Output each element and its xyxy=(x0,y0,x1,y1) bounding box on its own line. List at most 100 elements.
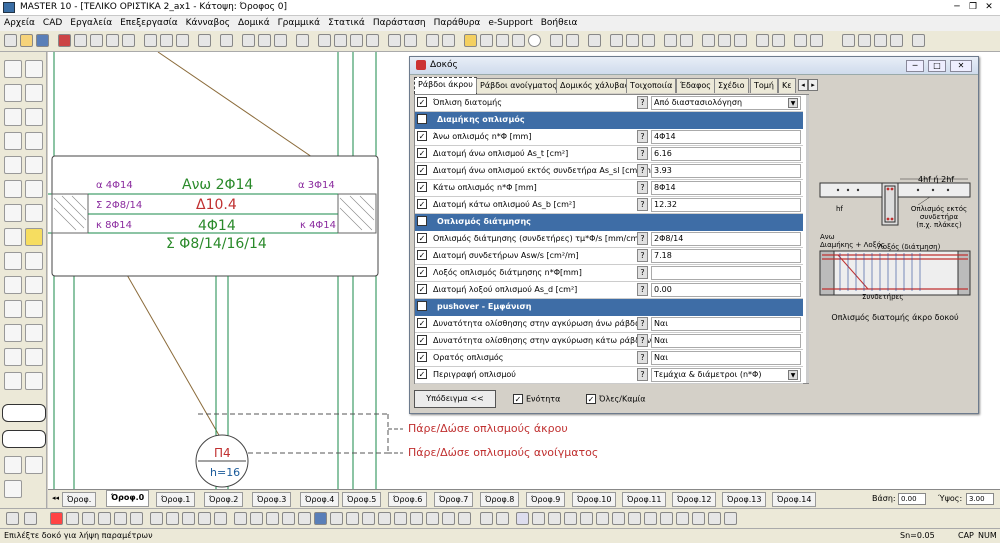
menu-item-grid[interactable]: Κάνναβος xyxy=(182,16,234,31)
row-checkbox[interactable]: ✓ xyxy=(417,182,427,192)
row-checkbox[interactable]: ✓ xyxy=(417,369,427,379)
floor-tab[interactable]: Όροφ.5 xyxy=(342,492,382,507)
menu-item-windows[interactable]: Παράθυρα xyxy=(430,16,485,31)
rebar-bottom-icon[interactable] xyxy=(25,204,43,222)
mouse-icon[interactable] xyxy=(496,512,509,525)
print-icon[interactable] xyxy=(58,34,71,47)
row-checkbox[interactable]: ✓ xyxy=(417,267,427,277)
value-field[interactable] xyxy=(651,266,801,280)
snap-icon[interactable] xyxy=(176,34,189,47)
section-icon[interactable] xyxy=(756,34,769,47)
redo-view-icon[interactable] xyxy=(24,512,37,525)
row-checkbox[interactable]: ✓ xyxy=(417,352,427,362)
view-icon[interactable] xyxy=(426,34,439,47)
fillet-icon[interactable] xyxy=(628,512,641,525)
floor-tab[interactable]: Όροφ.6 xyxy=(388,492,428,507)
value-field[interactable]: 2Φ8/14 xyxy=(651,232,801,246)
tab-masonry[interactable]: Τοιχοποιία xyxy=(626,78,677,93)
text-icon[interactable] xyxy=(296,34,309,47)
floor-tab[interactable]: Όροφ.1 xyxy=(156,492,196,507)
dialog-title-bar[interactable]: Δοκός ─ □ ✕ xyxy=(410,57,978,75)
base-input[interactable]: 0.00 xyxy=(898,493,926,505)
floor-tab[interactable]: Όροφ.10 xyxy=(572,492,617,507)
elevation-icon[interactable] xyxy=(772,34,785,47)
plan-icon[interactable] xyxy=(810,34,823,47)
hatch-icon[interactable] xyxy=(334,34,347,47)
tab-scroll-left-icon[interactable]: ◂◂ xyxy=(52,494,59,502)
tab-soil[interactable]: Έδαφος xyxy=(676,78,716,93)
value-field[interactable]: 8Φ14 xyxy=(651,181,801,195)
checkbox-box[interactable]: ✓ xyxy=(586,394,596,404)
stop-icon[interactable] xyxy=(50,512,63,525)
zoom-out-icon[interactable] xyxy=(98,512,111,525)
copy-icon[interactable] xyxy=(74,34,87,47)
detail2-icon[interactable] xyxy=(25,324,43,342)
load-icon[interactable] xyxy=(550,34,563,47)
undo-view-icon[interactable] xyxy=(6,512,19,525)
trim-icon[interactable] xyxy=(660,512,673,525)
offset-icon[interactable] xyxy=(676,512,689,525)
printer-icon[interactable] xyxy=(912,34,925,47)
menu-item-cad[interactable]: CAD xyxy=(39,16,66,31)
tab-more[interactable]: Κε xyxy=(778,78,796,93)
beam-delete-icon[interactable] xyxy=(25,84,43,102)
properties-icon[interactable] xyxy=(160,34,173,47)
hand3-icon[interactable] xyxy=(874,34,887,47)
rebar-icon[interactable] xyxy=(680,34,693,47)
tab-span-bars[interactable]: Ράβδοι ανοίγματος xyxy=(476,78,562,93)
floor-tab[interactable]: Όροφ.12 xyxy=(672,492,717,507)
floor-tab[interactable]: Όροφ. xyxy=(62,492,97,507)
value-field[interactable]: 4Φ14 xyxy=(651,130,801,144)
hand4-icon[interactable] xyxy=(890,34,903,47)
column-icon[interactable] xyxy=(496,34,509,47)
help-button[interactable]: ? xyxy=(637,317,648,330)
value-field[interactable]: Ναι xyxy=(651,317,801,331)
results-icon[interactable] xyxy=(626,34,639,47)
help-button[interactable]: ? xyxy=(637,181,648,194)
row-checkbox[interactable]: ✓ xyxy=(417,250,427,260)
menu-item-edit[interactable]: Επεξεργασία xyxy=(116,16,182,31)
pointer-icon[interactable] xyxy=(480,512,493,525)
unit-checkbox[interactable]: ✓ Ενότητα xyxy=(513,394,560,404)
checkbox-box[interactable]: ✓ xyxy=(513,394,523,404)
active-tool-icon[interactable] xyxy=(528,34,541,47)
dialog-maximize-icon[interactable]: □ xyxy=(928,60,946,72)
row-checkbox[interactable]: ✓ xyxy=(417,318,427,328)
lw-icon[interactable] xyxy=(580,512,593,525)
edit-icon[interactable] xyxy=(612,512,625,525)
section-checkbox[interactable] xyxy=(417,301,427,311)
help-button[interactable]: ? xyxy=(637,130,648,143)
beam-props-icon[interactable] xyxy=(25,132,43,150)
row-checkbox[interactable]: ✓ xyxy=(417,97,427,107)
label-tool-icon[interactable] xyxy=(4,252,22,270)
grid-toggle-icon[interactable] xyxy=(532,512,545,525)
description-select[interactable]: Τεμάχια & διάμετροι (n*Φ) ▼ xyxy=(651,368,801,382)
explode-icon[interactable] xyxy=(366,34,379,47)
wrench-icon[interactable] xyxy=(388,34,401,47)
line-icon[interactable] xyxy=(242,34,255,47)
restore-icon[interactable]: ❐ xyxy=(966,2,980,13)
hand-icon[interactable] xyxy=(842,34,855,47)
value-field[interactable]: Ναι xyxy=(651,351,801,365)
take-give-end-bars-button[interactable] xyxy=(2,404,46,422)
save-icon[interactable] xyxy=(36,34,49,47)
hammer3-icon[interactable] xyxy=(4,372,22,390)
reinforcement-source-select[interactable]: Από διαστασιολόγηση ▼ xyxy=(651,96,801,110)
help-button[interactable]: ? xyxy=(637,164,648,177)
floor-tab-active[interactable]: Όροφ.0 xyxy=(106,490,150,507)
beam-span-icon[interactable] xyxy=(4,84,22,102)
help-button[interactable]: ? xyxy=(637,232,648,245)
help-button[interactable]: ? xyxy=(637,96,648,109)
floor-tab[interactable]: Όροφ.14 xyxy=(772,492,817,507)
all-none-checkbox[interactable]: ✓ Όλες/Καμία xyxy=(586,394,646,404)
column-tool-icon[interactable] xyxy=(4,180,22,198)
reinforcement-icon[interactable] xyxy=(664,34,677,47)
slab-icon[interactable] xyxy=(480,34,493,47)
eraser-icon[interactable] xyxy=(25,108,43,126)
move-rebar-icon[interactable] xyxy=(25,276,43,294)
row-checkbox[interactable]: ✓ xyxy=(417,165,427,175)
hand2-icon[interactable] xyxy=(858,34,871,47)
open-folder-icon[interactable] xyxy=(20,34,33,47)
layer-manager-icon[interactable] xyxy=(314,512,327,525)
3d-icon[interactable] xyxy=(794,34,807,47)
